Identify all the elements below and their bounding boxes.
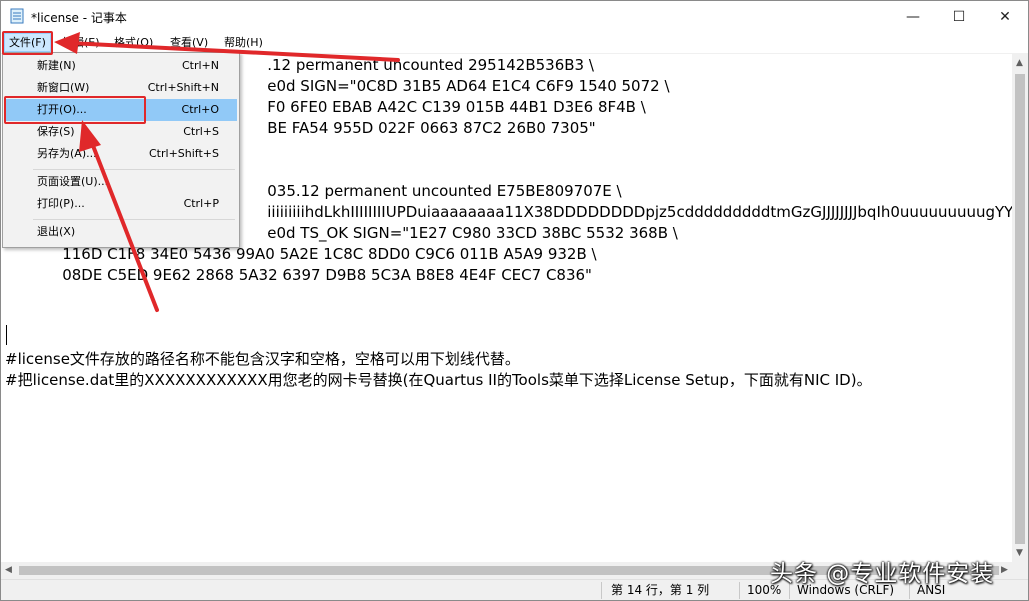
annotation-arrows — [54, 32, 400, 312]
watermark-text: 头条 @专业软件安装 — [770, 561, 995, 587]
annotation-arrow-to-file-menu — [54, 32, 400, 62]
annotation-arrow-to-open-item — [79, 120, 159, 312]
